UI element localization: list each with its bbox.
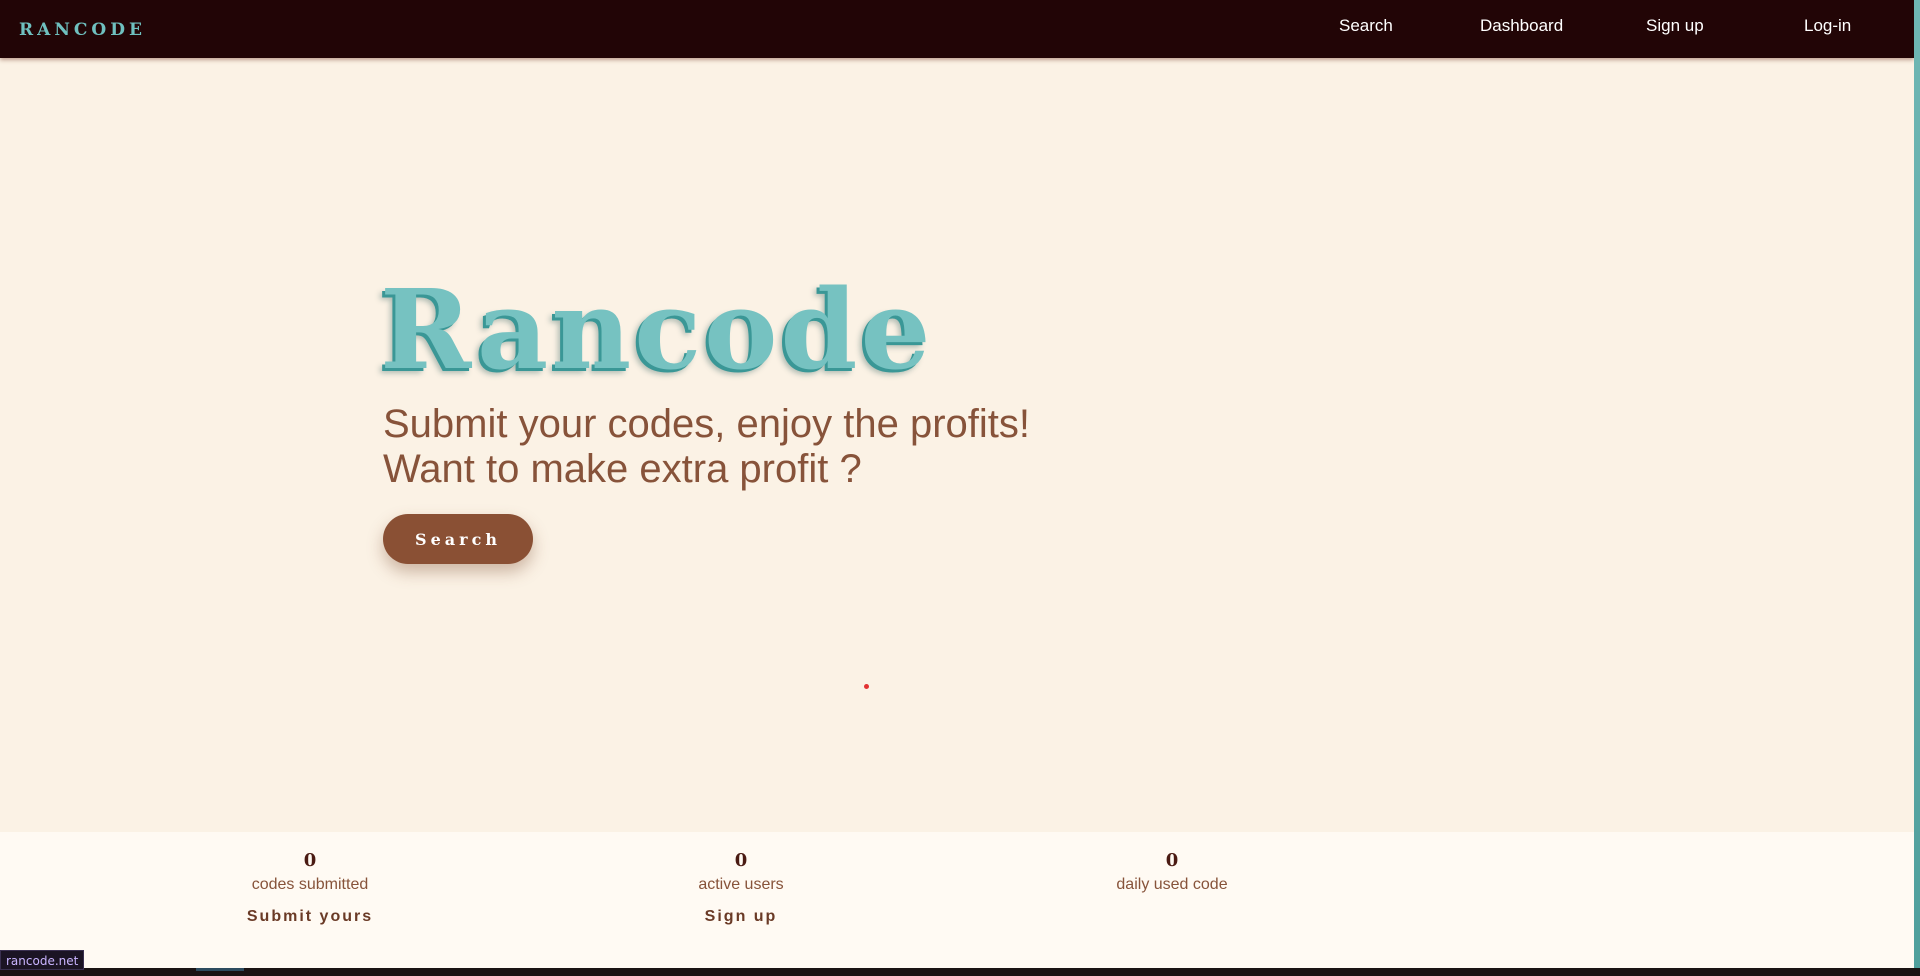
bottom-tick: [196, 968, 244, 971]
stat-label: codes submitted: [251, 876, 369, 893]
stat-value: 0: [734, 850, 748, 871]
stat-active-users: 0 active users Sign up: [591, 832, 891, 926]
top-navbar: RANCODE Search Dashboard Sign up Log-in: [0, 0, 1914, 58]
hero-title: Rancode: [380, 265, 934, 394]
page: RANCODE Search Dashboard Sign up Log-in …: [0, 0, 1914, 968]
right-edge-strip: [1914, 0, 1920, 976]
sign-up-link[interactable]: Sign up: [591, 908, 891, 926]
red-dot: [864, 684, 869, 689]
hero-search-button[interactable]: Search: [383, 514, 533, 564]
nav-link-dashboard[interactable]: Dashboard: [1480, 16, 1563, 36]
stat-label: active users: [698, 876, 784, 893]
stat-codes-submitted: 0 codes submitted Submit yours: [160, 832, 460, 926]
bottom-edge-strip: [0, 968, 1920, 976]
stat-value: 0: [303, 850, 317, 871]
hero-subtitle-line-1: Submit your codes, enjoy the profits!: [383, 402, 1030, 446]
stat-value: 0: [1165, 850, 1179, 871]
stat-daily-used-code: 0 daily used code: [1022, 832, 1322, 894]
nav-link-log-in[interactable]: Log-in: [1804, 16, 1851, 36]
submit-yours-link[interactable]: Submit yours: [160, 908, 460, 926]
nav-link-search[interactable]: Search: [1339, 16, 1393, 36]
nav-link-sign-up[interactable]: Sign up: [1646, 16, 1704, 36]
brand-logo[interactable]: RANCODE: [19, 20, 146, 40]
stat-label: daily used code: [1116, 876, 1228, 893]
link-status-tooltip: rancode.net: [0, 950, 85, 970]
hero-subtitle-line-2: Want to make extra profit ?: [383, 447, 862, 491]
stats-section: 0 codes submitted Submit yours 0 active …: [0, 832, 1914, 968]
